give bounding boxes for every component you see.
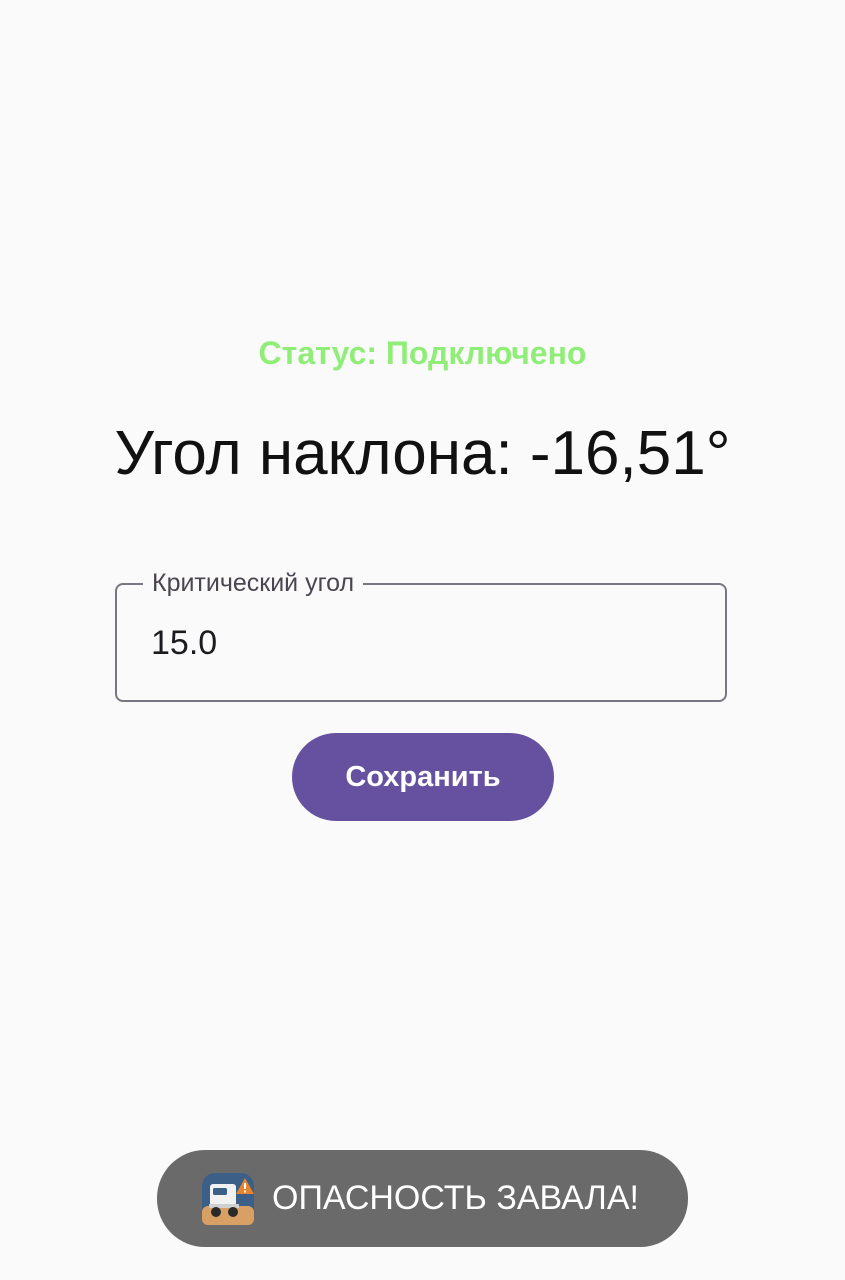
critical-angle-field[interactable]: Критический угол <box>115 568 727 702</box>
critical-angle-label: Критический угол <box>143 568 364 598</box>
connection-status: Статус: Подключено <box>258 335 587 371</box>
tilt-angle-readout: Угол наклона: -16,51° <box>114 419 731 488</box>
truck-warning-icon <box>202 1173 254 1225</box>
critical-angle-input[interactable] <box>151 623 691 663</box>
danger-toast: ОПАСНОСТЬ ЗАВАЛА! <box>157 1150 688 1247</box>
save-button[interactable]: Сохранить <box>292 733 554 821</box>
toast-message: ОПАСНОСТЬ ЗАВАЛА! <box>272 1179 639 1217</box>
